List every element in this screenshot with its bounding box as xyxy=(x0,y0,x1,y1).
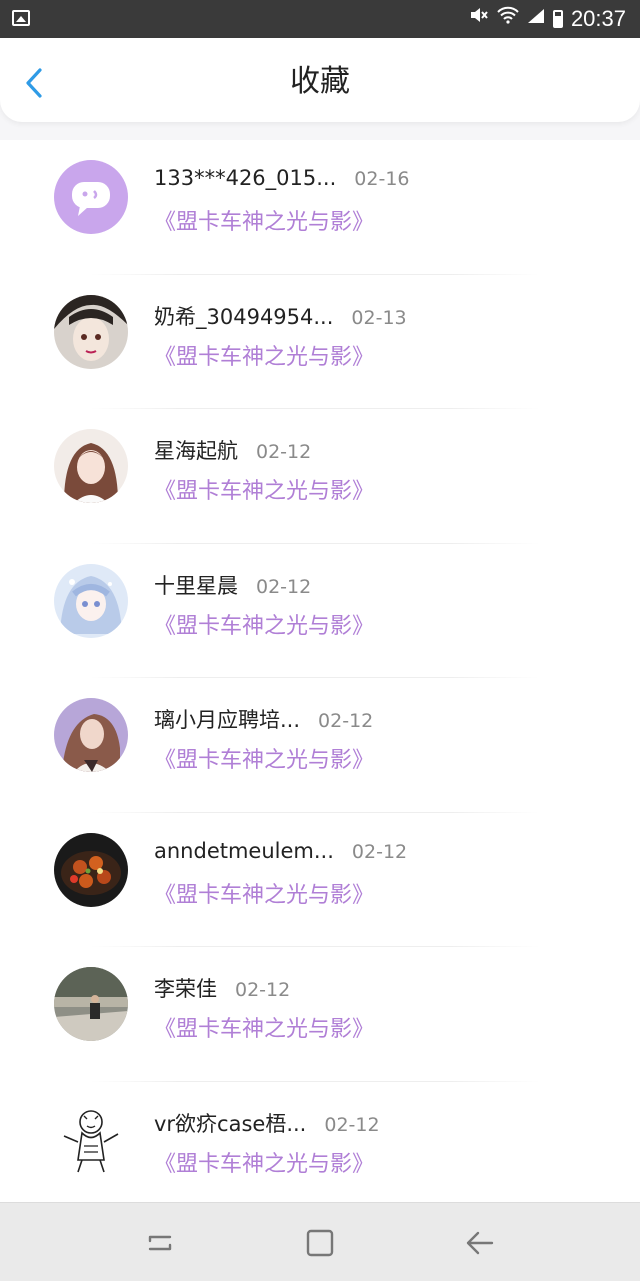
user-name: 133***426_015... xyxy=(154,166,337,190)
battery-icon xyxy=(552,10,563,28)
favorite-title[interactable]: 《盟卡车神之光与影》 xyxy=(154,339,374,371)
favorites-list: 133***426_015... 02-16 《盟卡车神之光与影》 奶希_304… xyxy=(0,140,640,1202)
user-name: vr欲疥case梧... xyxy=(154,1111,307,1136)
favorite-title[interactable]: 《盟卡车神之光与影》 xyxy=(154,204,374,236)
home-icon xyxy=(306,1229,334,1257)
favorite-date: 02-12 xyxy=(256,575,312,598)
home-button[interactable] xyxy=(302,1225,338,1261)
list-item[interactable]: 璃小月应聘培... 02-12 《盟卡车神之光与影》 xyxy=(0,678,640,813)
favorite-title[interactable]: 《盟卡车神之光与影》 xyxy=(154,473,374,505)
mute-icon xyxy=(469,4,489,34)
status-icons: 20:37 xyxy=(469,4,626,34)
favorite-title[interactable]: 《盟卡车神之光与影》 xyxy=(154,877,374,909)
favorite-title[interactable]: 《盟卡车神之光与影》 xyxy=(154,742,374,774)
avatar[interactable] xyxy=(54,563,128,638)
favorite-date: 02-12 xyxy=(235,979,291,1001)
wifi-icon xyxy=(497,4,519,34)
favorite-title[interactable]: 《盟卡车神之光与影》 xyxy=(154,1011,374,1043)
user-name: 奶希_30494954... xyxy=(154,304,334,329)
back-arrow-icon xyxy=(466,1231,494,1255)
favorite-date: 02-12 xyxy=(318,710,374,732)
favorite-date: 02-12 xyxy=(351,840,408,863)
avatar[interactable] xyxy=(54,698,128,772)
list-item[interactable]: 星海起航 02-12 《盟卡车神之光与影》 xyxy=(0,409,640,544)
system-nav-bar xyxy=(0,1202,640,1281)
favorite-title[interactable]: 《盟卡车神之光与影》 xyxy=(154,608,374,640)
recent-apps-icon xyxy=(148,1235,172,1251)
user-name: 星海起航 xyxy=(154,439,238,463)
list-item[interactable]: 奶希_30494954... 02-13 《盟卡车神之光与影》 xyxy=(0,275,640,409)
list-item[interactable]: vr欲疥case梧... 02-12 《盟卡车神之光与影》 xyxy=(0,1082,640,1203)
avatar[interactable] xyxy=(54,160,128,234)
page-title: 收藏 xyxy=(290,64,350,99)
user-name: 十里星晨 xyxy=(154,573,238,598)
app-header: 收藏 xyxy=(0,38,640,122)
user-name: 璃小月应聘培... xyxy=(154,708,301,732)
avatar[interactable] xyxy=(54,832,128,907)
favorite-date: 02-12 xyxy=(256,441,312,463)
nav-back-button[interactable] xyxy=(462,1225,498,1261)
user-name: 李荣佳 xyxy=(154,977,217,1001)
favorite-date: 02-16 xyxy=(354,168,410,190)
list-item[interactable]: 十里星晨 02-12 《盟卡车神之光与影》 xyxy=(0,544,640,678)
image-icon xyxy=(12,10,30,26)
status-bar: 20:37 xyxy=(0,0,640,38)
list-item[interactable]: 李荣佳 02-12 《盟卡车神之光与影》 xyxy=(0,947,640,1082)
user-name: anndetmeulem... xyxy=(154,838,334,863)
list-item[interactable]: 133***426_015... 02-16 《盟卡车神之光与影》 xyxy=(0,140,640,275)
avatar[interactable] xyxy=(54,967,128,1041)
avatar[interactable] xyxy=(54,1101,128,1176)
favorite-date: 02-12 xyxy=(324,1113,380,1136)
clock: 20:37 xyxy=(570,6,626,31)
avatar[interactable] xyxy=(54,294,128,369)
favorite-date: 02-13 xyxy=(351,306,407,329)
favorite-title[interactable]: 《盟卡车神之光与影》 xyxy=(154,1146,374,1178)
recent-apps-button[interactable] xyxy=(142,1225,178,1261)
signal-icon xyxy=(527,4,545,34)
avatar[interactable] xyxy=(54,429,128,503)
list-item[interactable]: anndetmeulem... 02-12 《盟卡车神之光与影》 xyxy=(0,813,640,947)
